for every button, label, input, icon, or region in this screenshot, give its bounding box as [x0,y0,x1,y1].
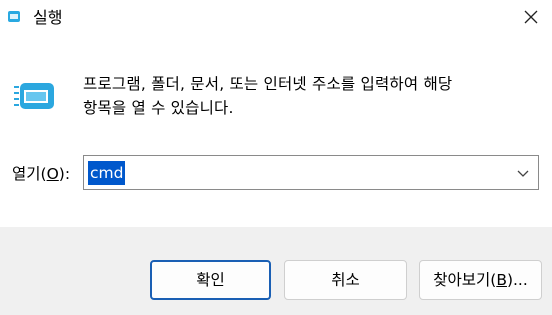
instruction-text: 프로그램, 폴더, 문서, 또는 인터넷 주소를 입력하여 해당 항목을 열 수… [83,72,543,120]
title-bar: 실행 [0,0,552,36]
run-app-icon [8,11,20,22]
cancel-button[interactable]: 취소 [284,260,407,300]
browse-label-accelerator: B [496,271,507,289]
instruction-line-2: 항목을 열 수 있습니다. [83,99,234,117]
open-input-value[interactable]: cmd [88,161,126,185]
close-button[interactable] [510,0,552,34]
browse-label-suffix: )... [506,271,528,289]
browse-label-prefix: 찾아보기( [433,271,497,289]
chevron-down-icon[interactable] [514,164,532,182]
open-label: 열기(O): [12,162,70,186]
open-label-prefix: 열기( [12,165,47,183]
open-label-suffix: ): [58,165,71,183]
instruction-line-1: 프로그램, 폴더, 문서, 또는 인터넷 주소를 입력하여 해당 [83,75,453,93]
dialog-body [0,36,552,227]
window-title: 실행 [33,8,63,27]
run-icon [14,83,54,109]
open-label-accelerator: O [46,165,59,183]
open-combobox[interactable]: cmd [83,155,539,190]
browse-button[interactable]: 찾아보기(B)... [419,260,542,300]
ok-button[interactable]: 확인 [150,260,271,300]
close-icon [524,10,538,24]
